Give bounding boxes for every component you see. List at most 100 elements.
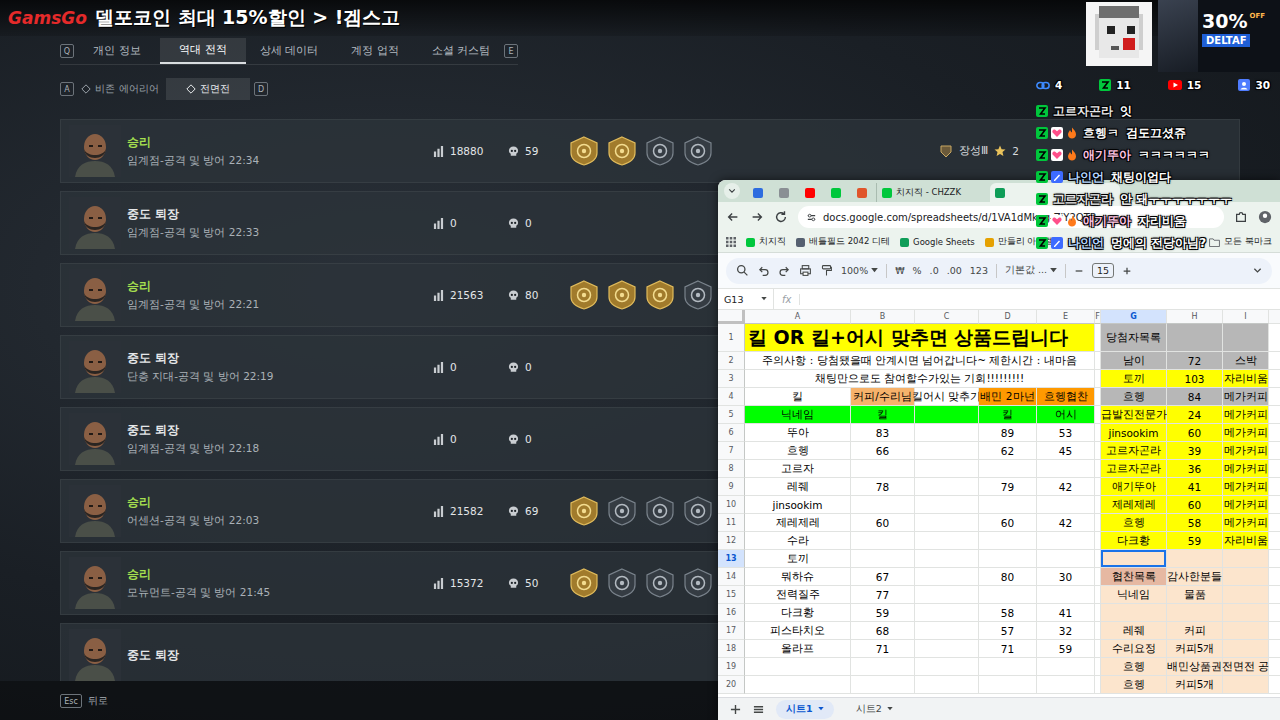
sheet-cell[interactable]: 메가커피 [1223,496,1269,514]
row-header[interactable]: 10 [718,496,745,514]
medal-icon[interactable] [569,568,599,598]
sheet-cell[interactable]: 남이 [1101,352,1167,370]
main-tab[interactable]: 소셜 커스텀 [418,38,504,64]
sheet-cell[interactable]: 다크황 [745,604,851,622]
sheet-cell[interactable]: 72 [1167,352,1223,370]
sheet-cell[interactable]: 58 [1167,514,1223,532]
sheet-cell[interactable]: 전력질주 [745,586,851,604]
sheet-cell[interactable]: 71 [851,640,915,658]
sheet-cell[interactable] [915,478,979,496]
next-tab-key[interactable]: E [504,44,518,58]
row-header[interactable]: 8 [718,460,745,478]
sheet-cell[interactable] [1037,496,1095,514]
back-label[interactable]: 뒤로 [88,695,108,708]
sheet-cell[interactable] [851,460,915,478]
sheet-cell[interactable]: 57 [979,622,1037,640]
paint-format-icon[interactable] [820,264,833,277]
sheet-cell[interactable]: 메가커피 [1223,424,1269,442]
sheet-cell[interactable]: 42 [1037,514,1095,532]
sheet-cell[interactable] [1223,640,1269,658]
sheet-cell[interactable]: 고르자곤라 [1101,442,1167,460]
sheet-cell[interactable]: jinsookim [1101,424,1167,442]
sheet-cell[interactable]: 킬 [851,406,915,424]
sheet-cell[interactable]: 제레제레 [745,514,851,532]
sheet-cell[interactable]: 39 [1167,442,1223,460]
sheet-cell[interactable] [745,676,851,694]
column-header[interactable]: G [1101,310,1167,324]
sheet-cell[interactable]: 커피 [1167,622,1223,640]
back-key[interactable]: Esc [60,694,82,708]
sheet-cell[interactable]: 36 [1167,460,1223,478]
medal-icon[interactable] [645,568,675,598]
sheet-cell[interactable] [851,532,915,550]
sheet-cell[interactable]: 60 [851,514,915,532]
column-header[interactable]: I [1223,310,1269,324]
row-header[interactable]: 18 [718,640,745,658]
medal-icon[interactable] [683,496,713,526]
sheet-cell[interactable]: 흐헹 [1101,658,1167,676]
sheet-cell[interactable]: 84 [1167,388,1223,406]
sheet-cell[interactable]: 103 [1167,370,1223,388]
number-format-button[interactable]: 123 [970,265,988,276]
main-tab[interactable]: 개인 정보 [74,38,160,64]
column-header[interactable]: B [851,310,915,324]
undo-icon[interactable] [757,264,770,277]
sheet-cell[interactable]: 흐헹 [745,442,851,460]
row-header[interactable]: 15 [718,586,745,604]
sheet-cell[interactable] [851,658,915,676]
sheet-cell[interactable]: 스박 [1223,352,1269,370]
row-header[interactable]: 17 [718,622,745,640]
row-header[interactable]: 6 [718,424,745,442]
extensions-icon[interactable] [1234,210,1248,224]
sheet-cell[interactable]: 제레제레 [1101,496,1167,514]
sheet-cell[interactable] [1037,658,1095,676]
browser-tab[interactable]: 치지직 - CHZZK [876,183,988,202]
medal-icon[interactable] [569,136,599,166]
sheet-cell[interactable] [1223,586,1269,604]
sheet-cell[interactable]: 뚜아 [745,424,851,442]
sheet-cell[interactable]: 킬 [745,388,851,406]
sheet-cell[interactable] [915,658,979,676]
sheet-cell[interactable]: 메가커피 [1223,406,1269,424]
chat-username[interactable]: 나인언 [1068,235,1104,252]
sheet-cell[interactable]: 68 [851,622,915,640]
chat-username[interactable]: 고르자곤라 [1053,191,1113,208]
sheet-cell[interactable]: 수라 [745,532,851,550]
column-header[interactable]: H [1167,310,1223,324]
browser-tab[interactable] [772,183,796,202]
print-icon[interactable] [799,264,812,277]
sheet-cell[interactable] [1167,550,1223,568]
browser-tab[interactable] [850,183,874,202]
sheet-cell[interactable] [915,460,979,478]
column-header[interactable]: A [745,310,851,324]
medal-icon[interactable] [683,280,713,310]
sheet-cell[interactable] [1037,532,1095,550]
sheet-cell[interactable] [1101,604,1167,622]
sheet-cell[interactable]: 89 [979,424,1037,442]
row-header[interactable]: 9 [718,478,745,496]
sheet-cell[interactable]: 커피5개 [1167,640,1223,658]
sheet-cell[interactable]: 60 [979,514,1037,532]
sheet-cell[interactable]: 58 [979,604,1037,622]
sheet-cell[interactable]: 자리비움 [1223,532,1269,550]
sheet-cell[interactable] [979,496,1037,514]
medal-icon[interactable] [645,496,675,526]
sheet-cell[interactable] [915,442,979,460]
sheet-cell[interactable]: 메가커피 [1223,460,1269,478]
sheet-cell[interactable]: 66 [851,442,915,460]
sheet-cell[interactable]: 흐헹 [1101,514,1167,532]
row-header[interactable]: 3 [718,370,745,388]
sheet-cell[interactable]: 올라프 [745,640,851,658]
sheet-cell[interactable] [915,604,979,622]
match-row[interactable]: 승리 임계점-공격 및 방어 22:34 18880 59 장성Ⅲ 2 [60,119,1240,183]
sheet-cell[interactable] [1223,604,1269,622]
all-bookmarks[interactable]: 모든 북마크 [1209,236,1272,248]
sheet-cell[interactable]: 레줴 [1101,622,1167,640]
medal-icon[interactable] [569,496,599,526]
font-select[interactable]: 기본값 ... [1005,264,1057,277]
sheet-cell[interactable]: 59 [851,604,915,622]
sheet-cell[interactable]: 24 [1167,406,1223,424]
forward-arrow-icon[interactable] [750,210,764,224]
browser-tab[interactable] [746,183,770,202]
medal-icon[interactable] [607,568,637,598]
